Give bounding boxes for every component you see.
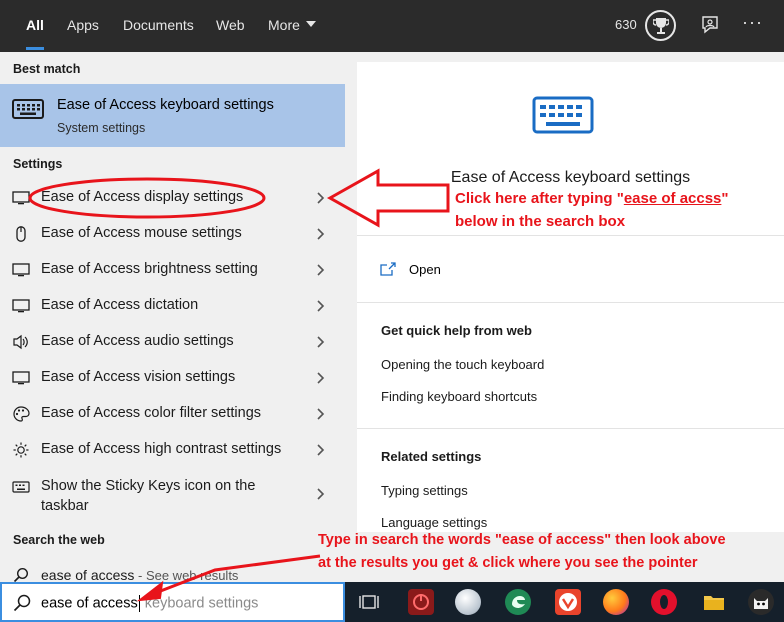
web-result[interactable]: ease of access - See web results — [0, 564, 345, 584]
mouse-icon — [16, 226, 26, 242]
chevron-down-icon — [305, 21, 316, 28]
open-label: Open — [409, 262, 441, 277]
chevron-right-icon — [317, 488, 325, 500]
chevron-right-icon — [317, 228, 325, 240]
monitor-icon — [12, 299, 30, 313]
chevron-right-icon — [317, 372, 325, 384]
preview-panel: Ease of Access keyboard settings Open Ge… — [357, 62, 784, 532]
setting-sticky-keys[interactable]: Show the Sticky Keys icon on the taskbar — [0, 476, 345, 518]
brightness-icon — [13, 442, 29, 458]
section-search-web: Search the web — [13, 533, 105, 547]
best-match-title: Ease of Access keyboard settings — [57, 97, 274, 113]
setting-label: Ease of Access high contrast settings — [41, 441, 282, 457]
chevron-right-icon — [317, 300, 325, 312]
task-view-icon[interactable] — [359, 593, 379, 611]
setting-label: Show the Sticky Keys icon on the taskbar — [41, 478, 256, 514]
chevron-right-icon — [317, 336, 325, 348]
setting-mouse[interactable]: Ease of Access mouse settings — [0, 216, 345, 252]
power-app-icon[interactable] — [408, 589, 434, 615]
setting-color-filter[interactable]: Ease of Access color filter settings — [0, 396, 345, 432]
annotation-bottom: Type in search the words "ease of access… — [318, 532, 726, 571]
tab-documents[interactable]: Documents — [123, 0, 194, 52]
taskbar — [345, 582, 784, 622]
monitor-icon — [12, 371, 30, 385]
search-icon — [13, 594, 31, 612]
setting-dictation[interactable]: Ease of Access dictation — [0, 288, 345, 324]
quick-help-link[interactable]: Finding keyboard shortcuts — [381, 389, 537, 404]
setting-vision[interactable]: Ease of Access vision settings — [0, 360, 345, 396]
setting-display[interactable]: Ease of Access display settings — [0, 180, 345, 216]
setting-high-contrast[interactable]: Ease of Access high contrast settings — [0, 432, 345, 468]
setting-label: Ease of Access audio settings — [41, 333, 234, 349]
setting-brightness[interactable]: Ease of Access brightness setting — [0, 252, 345, 288]
setting-label: Ease of Access dictation — [41, 297, 199, 313]
palette-icon — [13, 406, 30, 422]
tab-web[interactable]: Web — [216, 0, 245, 52]
section-best-match: Best match — [13, 62, 81, 76]
tab-apps[interactable]: Apps — [67, 0, 99, 52]
related-link[interactable]: Language settings — [381, 515, 487, 530]
divider — [357, 302, 784, 303]
keyboard-icon — [532, 96, 594, 141]
keyboard-icon — [12, 481, 30, 493]
trophy-icon[interactable] — [645, 10, 676, 41]
search-input[interactable]: ease of access keyboard settings — [41, 595, 258, 612]
file-explorer-icon[interactable] — [701, 589, 727, 615]
speaker-icon — [13, 334, 28, 350]
tab-more-label: More — [268, 17, 300, 33]
keyboard-icon — [12, 99, 44, 124]
related-link[interactable]: Typing settings — [381, 483, 468, 498]
rewards-score: 630 — [615, 17, 637, 32]
related-heading: Related settings — [381, 449, 482, 464]
tab-more[interactable]: More — [268, 0, 316, 52]
opera-icon[interactable] — [651, 589, 677, 615]
search-box[interactable]: ease of access keyboard settings — [0, 582, 345, 622]
quick-help-heading: Get quick help from web — [381, 323, 532, 338]
setting-label: Ease of Access display settings — [41, 189, 244, 205]
setting-label: Ease of Access brightness setting — [41, 261, 258, 277]
top-bar: All Apps Documents Web More 630 ··· — [0, 0, 784, 52]
tab-all[interactable]: All — [26, 0, 44, 52]
setting-label: Ease of Access vision settings — [41, 369, 236, 385]
best-match-result[interactable]: Ease of Access keyboard settings System … — [0, 84, 345, 147]
section-settings: Settings — [13, 157, 63, 171]
monitor-icon — [12, 263, 30, 277]
monitor-icon — [12, 191, 30, 205]
quick-help-link[interactable]: Opening the touch keyboard — [381, 357, 544, 372]
chevron-right-icon — [317, 192, 325, 204]
setting-label: Ease of Access mouse settings — [41, 225, 242, 241]
open-icon — [380, 262, 396, 276]
chevron-right-icon — [317, 408, 325, 420]
cat-app-icon[interactable] — [748, 589, 774, 615]
chevron-right-icon — [317, 444, 325, 456]
vivaldi-icon[interactable] — [555, 589, 581, 615]
feedback-icon[interactable] — [700, 15, 720, 40]
divider — [357, 428, 784, 429]
more-options-icon[interactable]: ··· — [742, 12, 763, 33]
divider — [357, 235, 784, 236]
edge-icon[interactable] — [505, 589, 531, 615]
sphere-app-icon[interactable] — [455, 589, 481, 615]
annotation-top: Click here after typing "ease of accss" … — [455, 190, 729, 230]
firefox-icon[interactable] — [603, 589, 629, 615]
results-panel: Best match Ease of Access keyboard setti… — [0, 52, 345, 584]
best-match-subtitle: System settings — [57, 121, 146, 135]
preview-title: Ease of Access keyboard settings — [450, 169, 691, 186]
chevron-right-icon — [317, 264, 325, 276]
setting-label: Ease of Access color filter settings — [41, 405, 262, 421]
search-icon — [13, 567, 29, 583]
setting-audio[interactable]: Ease of Access audio settings — [0, 324, 345, 360]
web-result-label: ease of access - See web results — [41, 567, 239, 583]
